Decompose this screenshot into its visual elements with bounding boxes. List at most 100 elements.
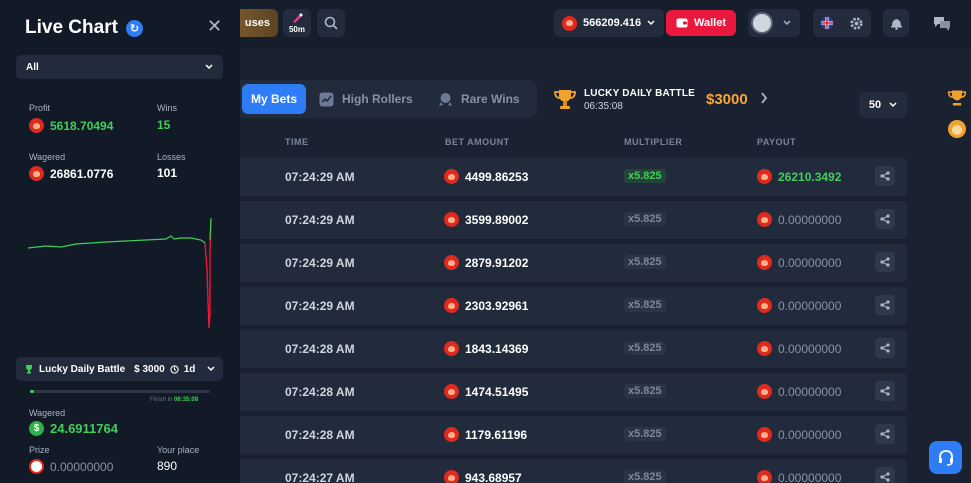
battle-wagered-label: Wagered (29, 408, 66, 418)
share-icon (880, 257, 890, 267)
close-icon[interactable]: ✕ (207, 16, 222, 37)
notifications-button[interactable] (883, 9, 909, 37)
row-payout: 0.00000000 (757, 298, 841, 313)
finish-time: 06:35:08 (174, 397, 199, 403)
payout-value: 0.00000000 (778, 470, 842, 483)
share-icon (880, 214, 890, 224)
tab-my-bets[interactable]: My Bets (242, 84, 306, 114)
user-menu[interactable] (748, 9, 800, 37)
coin-icon (757, 169, 772, 184)
prize-value: 0.00000000 (29, 459, 113, 474)
coin-icon (444, 255, 459, 270)
share-button[interactable] (875, 209, 895, 229)
tab-high-rollers[interactable]: High Rollers (319, 80, 413, 118)
coin-icon (29, 118, 44, 133)
prize-coin-icon (29, 459, 44, 474)
row-bet: 3599.89002 (444, 212, 528, 227)
chart-filter-select[interactable]: All (16, 55, 223, 79)
share-icon (880, 429, 890, 439)
balance-selector[interactable]: 566209.416 (554, 9, 664, 37)
payout-value: 0.00000000 (778, 427, 842, 442)
tab-label: Rare Wins (461, 92, 520, 106)
search-button[interactable] (317, 9, 345, 37)
share-button[interactable] (875, 381, 895, 401)
rewards-timer-button[interactable]: 50m (283, 9, 311, 37)
row-multiplier: x5.825 (624, 470, 666, 483)
row-time: 07:24:28 AM (285, 385, 355, 399)
battle-wagered-amount: 24.6911764 (50, 421, 118, 436)
losses-label: Losses (157, 152, 186, 162)
wagered-value: 26861.0776 (29, 166, 113, 181)
coin-icon (562, 15, 577, 31)
payout-value: 0.00000000 (778, 212, 842, 227)
row-bet: 4499.86253 (444, 169, 528, 184)
battle-duration: 1d (183, 363, 196, 375)
balance-value: 566209.416 (583, 17, 642, 29)
panel-title-text: Live Chart (25, 17, 118, 38)
prize-amount: 0.00000000 (50, 459, 114, 474)
bets-tabs: My Bets High Rollers Rare Wins (232, 80, 537, 118)
prize-label: Prize (29, 445, 50, 455)
profit-line-positive (27, 235, 206, 249)
share-button[interactable] (875, 467, 895, 483)
bonuses-label: uses (244, 17, 270, 29)
trophy-icon[interactable] (947, 88, 967, 108)
coin-icon (757, 427, 772, 442)
coin-icon (444, 384, 459, 399)
share-icon (880, 386, 890, 396)
rows-per-page-select[interactable]: 50 (859, 92, 907, 118)
row-bet: 2879.91202 (444, 255, 528, 270)
row-time: 07:24:28 AM (285, 342, 355, 356)
coin-icon (444, 212, 459, 227)
battle-name: Lucky Daily Battle (39, 363, 126, 375)
row-multiplier: x5.825 (624, 384, 666, 398)
gift-rocket-icon (293, 13, 303, 23)
your-place-value: 890 (157, 459, 178, 473)
share-button[interactable] (875, 166, 895, 186)
table-row: 07:24:29 AM 4499.86253 x5.825 26210.3492 (232, 158, 907, 196)
share-button[interactable] (875, 252, 895, 272)
mascot-icon[interactable] (947, 119, 967, 139)
wallet-button[interactable]: Wallet (666, 10, 736, 36)
lucky-daily-battle-banner[interactable]: LUCKY DAILY BATTLE 06:35:08 $3000 (553, 84, 773, 118)
row-bet: 1474.51495 (444, 384, 528, 399)
uk-flag-icon[interactable] (820, 16, 834, 30)
bet-value: 3599.89002 (465, 212, 529, 227)
avatar (751, 12, 773, 34)
battle-progress-bar (30, 390, 210, 393)
battle-progress-fill (30, 390, 34, 393)
coin-icon (444, 427, 459, 442)
tab-label: High Rollers (342, 92, 413, 106)
row-time: 07:24:28 AM (285, 428, 355, 442)
row-multiplier: x5.825 (624, 255, 666, 269)
row-multiplier: x5.825 (624, 298, 666, 312)
filter-value: All (26, 61, 39, 73)
wagered-amount: 26861.0776 (50, 166, 114, 181)
search-icon (324, 16, 338, 30)
payout-value: 0.00000000 (778, 298, 842, 313)
share-icon (880, 472, 890, 482)
finish-countdown: Finish in 06:35:08 (150, 397, 198, 403)
row-time: 07:24:29 AM (285, 170, 355, 184)
share-button[interactable] (875, 295, 895, 315)
right-rail (947, 88, 971, 144)
gear-icon[interactable] (849, 16, 864, 31)
lucky-daily-battle-select[interactable]: Lucky Daily Battle $ 3000 1d (16, 357, 223, 381)
refresh-icon[interactable]: ↻ (125, 19, 143, 37)
row-payout: 26210.3492 (757, 169, 841, 184)
payout-value: 0.00000000 (778, 384, 842, 399)
share-button[interactable] (875, 338, 895, 358)
wallet-icon (676, 18, 688, 28)
wins-value: 15 (157, 118, 171, 132)
bet-value: 4499.86253 (465, 169, 529, 184)
tab-rare-wins[interactable]: Rare Wins (438, 80, 520, 118)
coin-icon (757, 341, 772, 356)
chat-button[interactable] (928, 9, 956, 37)
payout-value: 0.00000000 (778, 255, 842, 270)
bell-icon (890, 19, 902, 30)
share-button[interactable] (875, 424, 895, 444)
row-time: 07:24:29 AM (285, 299, 355, 313)
support-button[interactable] (929, 441, 962, 474)
row-multiplier: x5.825 (624, 341, 666, 355)
language-settings (813, 9, 871, 37)
